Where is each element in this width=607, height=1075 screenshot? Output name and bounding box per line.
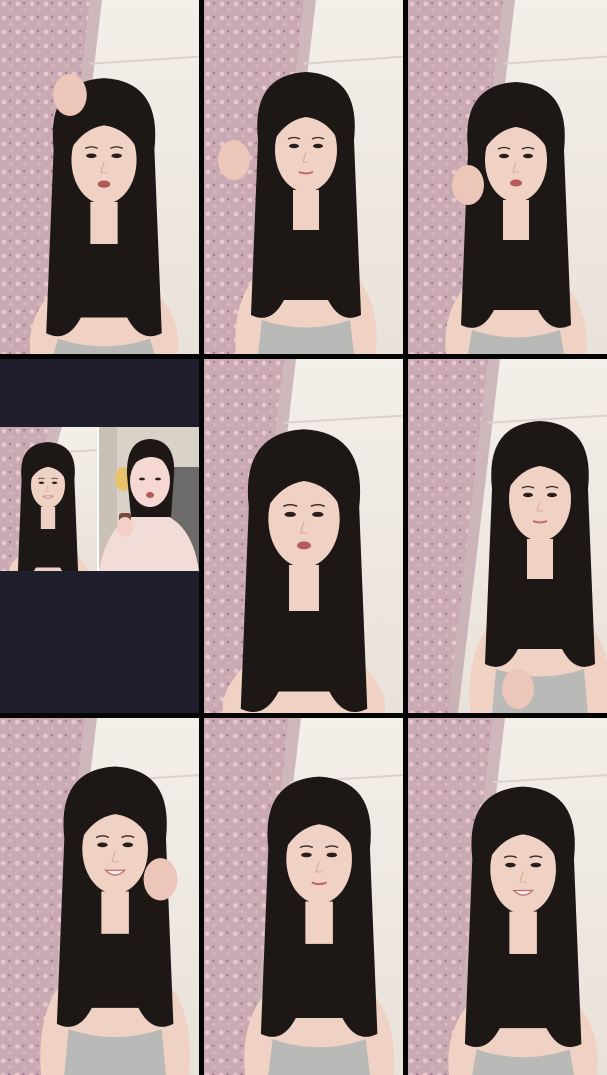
split-call-inset — [0, 427, 199, 571]
video-frame-7 — [0, 718, 199, 1075]
split-call-right-person — [99, 427, 199, 571]
video-frame-4-split-call — [0, 359, 199, 713]
video-frame-5 — [204, 359, 403, 713]
video-frame-8 — [204, 718, 403, 1075]
split-call-left-person — [0, 427, 97, 571]
video-frame-2 — [204, 0, 403, 354]
video-frame-1 — [0, 0, 199, 354]
video-frame-3 — [408, 0, 607, 354]
video-collage-grid — [0, 0, 607, 1075]
video-frame-6 — [408, 359, 607, 713]
video-frame-9 — [408, 718, 607, 1075]
